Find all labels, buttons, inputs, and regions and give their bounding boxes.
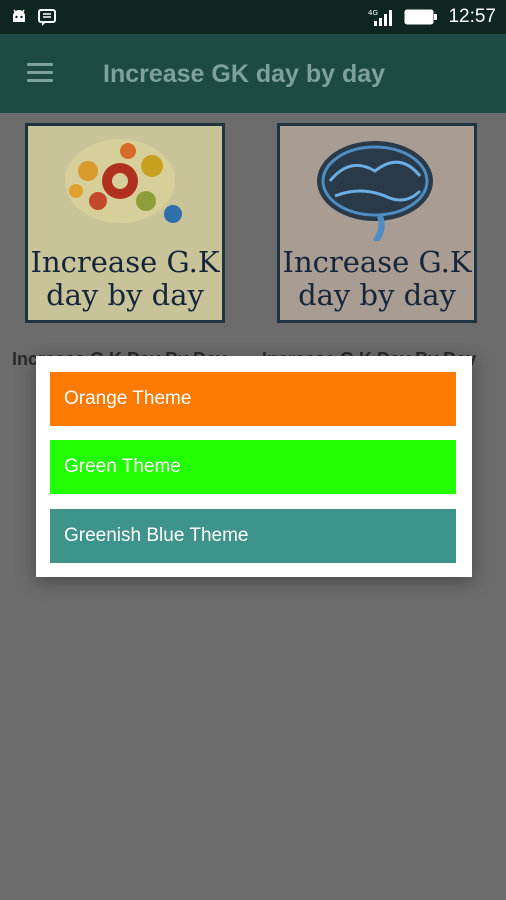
green-theme-button[interactable]: Green Theme [50,440,456,494]
theme-dialog: Orange Theme Green Theme Greenish Blue T… [36,356,472,577]
app-bar: Increase GK day by day [0,34,506,113]
gears-brain-icon [65,139,182,223]
status-left-icons [10,8,56,26]
app-title: Increase GK day by day [103,60,386,88]
quiz-card-image[interactable]: Increase G.K day by day [277,123,477,323]
hamburger-menu-icon[interactable] [27,63,53,83]
signal-icon: 4G [368,9,393,26]
battery-icon [404,9,438,25]
card-image-text: Increase G.K day by day [282,245,472,312]
card-image-text: Increase G.K day by day [30,245,220,312]
status-time: 12:57 [448,6,496,27]
status-bar: 4G 12:57 [0,0,506,34]
greenish-blue-theme-button[interactable]: Greenish Blue Theme [50,509,456,563]
message-icon [38,9,56,26]
svg-text:4G: 4G [368,9,378,17]
blue-brain-icon [317,141,433,241]
quiz-card-image[interactable]: Increase G.K day by day [25,123,225,323]
android-icon [13,9,25,22]
orange-theme-button[interactable]: Orange Theme [50,372,456,426]
status-right-icons: 4G 12:57 [368,6,496,28]
